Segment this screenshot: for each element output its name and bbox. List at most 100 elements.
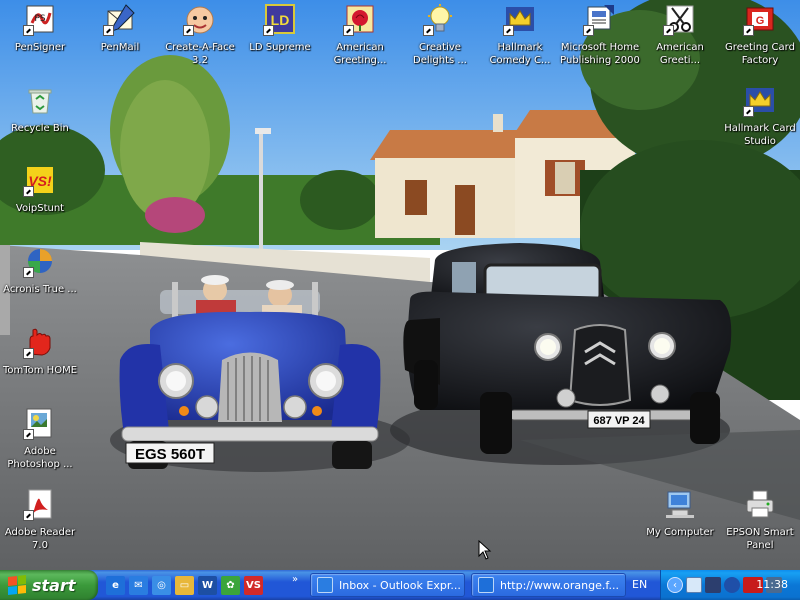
- taskbar: start e ✉ ◎ ▭ W ✿ VS » Inbox - Outlook Expr...…: [0, 570, 800, 600]
- shortcut-arrow-icon: [23, 510, 34, 521]
- quick-launch-chevron-icon[interactable]: »: [292, 574, 298, 585]
- desktop-icon-label: EPSON Smart Panel: [726, 527, 794, 551]
- pen-mail-icon: [103, 2, 137, 36]
- desktop-icon-mycomputer[interactable]: My Computer: [640, 487, 720, 559]
- shortcut-arrow-icon: [663, 25, 674, 36]
- outlook-express-icon[interactable]: ✉: [129, 575, 148, 595]
- language-indicator[interactable]: EN: [632, 578, 647, 591]
- voipstunt-small-icon[interactable]: VS: [244, 575, 263, 595]
- crown-icon: [503, 2, 537, 36]
- printer-icon: [743, 487, 777, 521]
- desktop-icon-label: Adobe Reader 7.0: [4, 527, 76, 551]
- taskbar-button-outlook[interactable]: Inbox - Outlook Expr...: [310, 573, 465, 597]
- adobe-reader-icon: [23, 487, 57, 521]
- show-hidden-icons-icon[interactable]: ‹: [667, 577, 683, 593]
- desktop-icon-penmail[interactable]: PenMail: [80, 2, 160, 74]
- shortcut-arrow-icon: [743, 106, 754, 117]
- system-tray: ‹ 11:38: [660, 570, 800, 600]
- my-computer-icon: [663, 487, 697, 521]
- shortcut-arrow-icon: [183, 25, 194, 36]
- desktop-icon-ldsupreme[interactable]: LD LD Supreme: [240, 2, 320, 74]
- desktop-icon-label: Greeting Card Factory: [725, 42, 795, 66]
- photoshop-icon: [23, 406, 57, 440]
- quick-launch-bar: e ✉ ◎ ▭ W ✿ VS: [106, 575, 263, 595]
- start-label: start: [32, 575, 76, 595]
- desktop-icon-photoshop[interactable]: Adobe Photoshop ...: [0, 406, 80, 478]
- outlook-express-icon: [317, 577, 333, 593]
- mouse-cursor-icon: [478, 540, 492, 560]
- recycle-bin-icon: [23, 83, 57, 117]
- shortcut-arrow-icon: [423, 25, 434, 36]
- media-icon[interactable]: ◎: [152, 575, 171, 595]
- word-icon[interactable]: W: [198, 575, 217, 595]
- desktop-icon-label: PenSigner: [14, 42, 66, 53]
- desktop-icon-label: Create-A-Face 3.2: [165, 42, 235, 66]
- desktop-icon-hallstudio[interactable]: Hallmark Card Studio: [720, 83, 800, 155]
- desktop-icon-creative[interactable]: Creative Delights ...: [400, 2, 480, 74]
- start-button[interactable]: start: [0, 570, 98, 600]
- black-car-plate: 687 VP 24: [593, 415, 645, 427]
- desktop-icon-pensigner[interactable]: PS PenSigner: [0, 2, 80, 74]
- desktop-icon-epson[interactable]: EPSON Smart Panel: [720, 487, 800, 559]
- shortcut-arrow-icon: [263, 25, 274, 36]
- shortcut-arrow-icon: [23, 186, 34, 197]
- desktop-icon-label: TomTom HOME: [2, 365, 78, 376]
- desktop-icon-hallmarkcom[interactable]: Hallmark Comedy C...: [480, 2, 560, 74]
- tomtom-hand-icon: [23, 325, 57, 359]
- voipstunt-icon: VS!: [23, 163, 57, 197]
- shortcut-arrow-icon: [103, 25, 114, 36]
- desktop-icon-acronis[interactable]: Acronis True ...: [0, 244, 80, 316]
- desktop-icon-label: Hallmark Card Studio: [724, 123, 796, 147]
- rose-icon: [343, 2, 377, 36]
- desktop-icon-reader[interactable]: Adobe Reader 7.0: [0, 487, 80, 559]
- internet-explorer-icon[interactable]: e: [106, 575, 125, 595]
- svg-text:G: G: [756, 15, 765, 27]
- desktop-icon-mspub[interactable]: Microsoft Home Publishing 2000: [560, 2, 640, 74]
- desktop-icon-tomtom[interactable]: TomTom HOME: [0, 325, 80, 397]
- windows-logo-icon: [8, 575, 26, 595]
- desktop-icon-label: PenMail: [100, 42, 140, 53]
- volume-icon[interactable]: [705, 577, 721, 593]
- desktop-icon-label: American Greeting...: [333, 42, 387, 66]
- desktop-icon-label: Adobe Photoshop ...: [7, 446, 73, 470]
- shortcut-arrow-icon: [743, 25, 754, 36]
- task-label: Inbox - Outlook Expr...: [339, 578, 461, 592]
- desktop-icon-gcfactory[interactable]: G Greeting Card Factory: [720, 2, 800, 74]
- desktop-icon-label: VoipStunt: [15, 203, 65, 214]
- desktop-icon-createaface[interactable]: Create-A-Face 3.2: [160, 2, 240, 74]
- publisher-icon: [583, 2, 617, 36]
- card-factory-icon: G: [743, 2, 777, 36]
- desktop-icon-label: American Greeti...: [656, 42, 704, 66]
- taskbar-button-browser[interactable]: http://www.orange.f...: [471, 573, 626, 597]
- shortcut-arrow-icon: [23, 25, 34, 36]
- blue-car-plate: EGS 560T: [135, 446, 205, 463]
- shortcut-arrow-icon: [23, 429, 34, 440]
- scissors-icon: [663, 2, 697, 36]
- ld-icon: LD: [263, 2, 297, 36]
- desktop-icon-label: Recycle Bin: [11, 123, 69, 134]
- desktop-icon-amgreeti2[interactable]: American Greeti...: [640, 2, 720, 74]
- desktop-icon-label: LD Supreme: [249, 42, 311, 53]
- internet-explorer-icon: [478, 577, 494, 593]
- desktop-icon-recycle[interactable]: Recycle Bin: [0, 83, 80, 155]
- clock[interactable]: 11:38: [756, 578, 788, 591]
- crown-icon: [743, 83, 777, 117]
- desktop-icon-label: Acronis True ...: [3, 284, 77, 295]
- puzzle-icon[interactable]: ✿: [221, 575, 240, 595]
- pen-signer-icon: PS: [23, 2, 57, 36]
- task-label: http://www.orange.f...: [500, 578, 619, 592]
- shortcut-arrow-icon: [343, 25, 354, 36]
- desktop-icon-label: Creative Delights ...: [413, 42, 467, 66]
- shortcut-arrow-icon: [503, 25, 514, 36]
- bluetooth-icon[interactable]: [724, 577, 740, 593]
- network-icon[interactable]: [686, 577, 702, 593]
- folder-icon[interactable]: ▭: [175, 575, 194, 595]
- shortcut-arrow-icon: [583, 25, 594, 36]
- desktop-wallpaper: EGS 560T 687 VP 24: [0, 0, 800, 570]
- face-icon: [183, 2, 217, 36]
- desktop-icon-label: Microsoft Home Publishing 2000: [560, 42, 640, 66]
- desktop-icon-amgreeting[interactable]: American Greeting...: [320, 2, 400, 74]
- desktop-icon-voipstunt[interactable]: VS! VoipStunt: [0, 163, 80, 235]
- svg-text:PS: PS: [34, 14, 45, 24]
- desktop-icon-label: My Computer: [646, 527, 714, 538]
